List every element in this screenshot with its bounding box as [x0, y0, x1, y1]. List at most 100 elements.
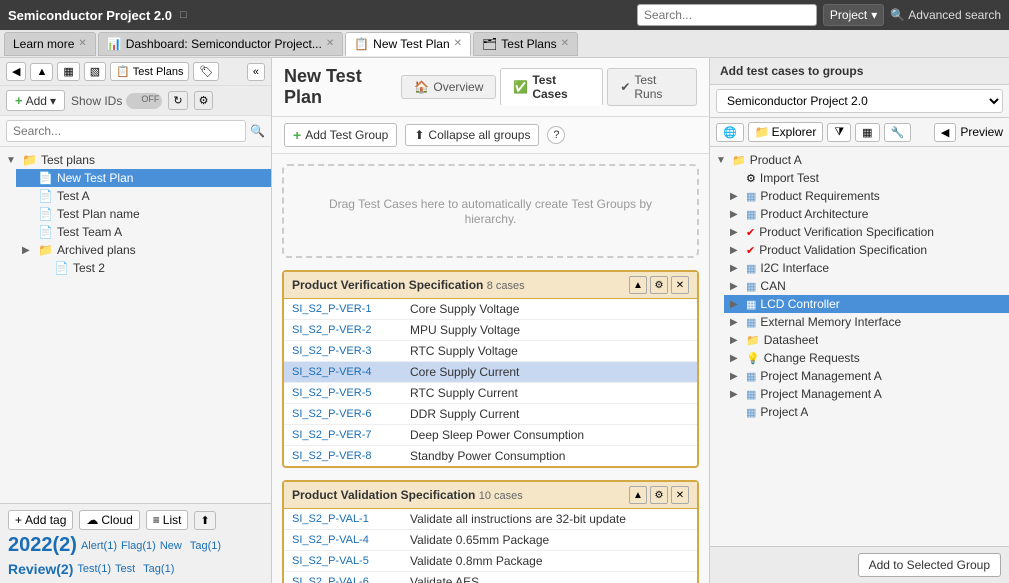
settings-group-button[interactable]: ⚙	[650, 276, 668, 294]
filter-button[interactable]: ⧩	[827, 123, 851, 142]
add-tag-button[interactable]: + Add tag	[8, 510, 73, 530]
cloud-view-button[interactable]: ☁ Cloud	[79, 510, 139, 530]
rtree-item-import-test[interactable]: ⚙ Import Test	[724, 169, 1009, 187]
tag-alert[interactable]: Alert(1)	[81, 540, 117, 552]
rtree-item-product-validation[interactable]: ▶ ✔ Product Validation Specification	[724, 241, 1009, 259]
export-button[interactable]: ⬆	[194, 511, 215, 530]
test-plans-button[interactable]: 📋 Test Plans	[110, 62, 189, 81]
table-row[interactable]: SI_S2_P-VAL-5 Validate 0.8mm Package	[284, 551, 697, 572]
settings-button[interactable]: ⚙	[194, 91, 214, 110]
rtree-item-lcd-controller[interactable]: ▶ ▦ LCD Controller	[724, 295, 1009, 313]
table-row[interactable]: SI_S2_P-VAL-4 Validate 0.65mm Package	[284, 530, 697, 551]
tag-new[interactable]: New	[160, 540, 182, 552]
main-layout: ◀ ▲ ▦ ▧ 📋 Test Plans 🏷 « + Add ▾ Show ID…	[0, 58, 1009, 583]
rtree-item-product-verification[interactable]: ▶ ✔ Product Verification Specification	[724, 223, 1009, 241]
table-row[interactable]: SI_S2_P-VER-6 DDR Supply Current	[284, 404, 697, 425]
center-toolbar: + Add Test Group ⬆ Collapse all groups ?	[272, 117, 709, 154]
tab-dashboard[interactable]: 📊 Dashboard: Semiconductor Project... ✕	[98, 32, 343, 56]
test-name: Validate 0.65mm Package	[410, 533, 549, 547]
tab-close-icon[interactable]: ✕	[78, 38, 86, 49]
list-view-button[interactable]: ▧	[84, 62, 106, 81]
tab-test-plans[interactable]: 🗂 Test Plans ✕	[473, 32, 578, 56]
rtree-item-can[interactable]: ▶ ▦ CAN	[724, 277, 1009, 295]
tag-test[interactable]: Test	[115, 563, 135, 575]
table-row[interactable]: SI_S2_P-VER-2 MPU Supply Voltage	[284, 320, 697, 341]
tag-flag[interactable]: Flag(1)	[121, 540, 156, 552]
table-row[interactable]: SI_S2_P-VER-1 Core Supply Voltage	[284, 299, 697, 320]
tab-close-icon[interactable]: ✕	[454, 38, 462, 49]
rtree-item-project-mgmt-a2[interactable]: ▶ ▦ Project Management A	[724, 385, 1009, 403]
rtree-item-datasheet[interactable]: ▶ 📁 Datasheet	[724, 331, 1009, 349]
tag-2022[interactable]: 2022(2)	[8, 534, 77, 557]
tag-tag1b[interactable]: Tag(1)	[143, 563, 174, 575]
add-to-selected-group-button[interactable]: Add to Selected Group	[858, 553, 1001, 577]
collapse-group-button[interactable]: ▲	[629, 276, 647, 294]
rtree-label: Project Management A	[760, 369, 881, 383]
table-row[interactable]: SI_S2_P-VAL-1 Validate all instructions …	[284, 509, 697, 530]
show-ids-toggle[interactable]: OFF	[126, 93, 162, 109]
test-group-title: Product Validation Specification	[292, 488, 475, 502]
rtree-item-product-architecture[interactable]: ▶ ▦ Product Architecture	[724, 205, 1009, 223]
tag-review[interactable]: Review(2)	[8, 561, 73, 577]
collapse-right-button[interactable]: ◀	[934, 123, 956, 142]
rtree-item-i2c[interactable]: ▶ ▦ I2C Interface	[724, 259, 1009, 277]
rtree-item-external-memory[interactable]: ▶ ▦ External Memory Interface	[724, 313, 1009, 331]
project-selector[interactable]: Project ▾	[823, 4, 884, 26]
collapse-sidebar-button[interactable]: «	[247, 63, 265, 81]
close-group-button[interactable]: ✕	[671, 486, 689, 504]
rtree-item-project-a[interactable]: ▦ Project A	[724, 403, 1009, 421]
tab-close-icon[interactable]: ✕	[326, 38, 334, 49]
tab-new-test-plan[interactable]: 📋 New Test Plan ✕	[345, 32, 471, 56]
tree-root[interactable]: ▼ 📁 Test plans	[0, 151, 271, 169]
up-button[interactable]: ▲	[30, 63, 53, 81]
collapse-group-button[interactable]: ▲	[629, 486, 647, 504]
tab-learn-more[interactable]: Learn more ✕	[4, 32, 96, 56]
globe-button[interactable]: 🌐	[716, 123, 744, 142]
rtree-item-change-requests[interactable]: ▶ 💡 Change Requests	[724, 349, 1009, 367]
table-row[interactable]: SI_S2_P-VER-5 RTC Supply Current	[284, 383, 697, 404]
rtree-item-product-requirements[interactable]: ▶ ▦ Product Requirements	[724, 187, 1009, 205]
list-view-button[interactable]: ≡ List	[146, 510, 189, 530]
tag-tag1[interactable]: Tag(1)	[190, 540, 221, 552]
table-row[interactable]: SI_S2_P-VER-3 RTC Supply Voltage	[284, 341, 697, 362]
table-row[interactable]: SI_S2_P-VER-8 Standby Power Consumption	[284, 446, 697, 466]
close-group-button[interactable]: ✕	[671, 276, 689, 294]
advanced-search[interactable]: 🔍 Advanced search	[890, 8, 1001, 22]
grid-button[interactable]: ▦	[855, 123, 879, 142]
tree-item-new-test-plan[interactable]: 📄 New Test Plan	[16, 169, 271, 187]
project-select[interactable]: Semiconductor Project 2.0	[716, 89, 1003, 113]
collapse-all-button[interactable]: ⬆ Collapse all groups	[405, 124, 539, 146]
refresh-button[interactable]: ↻	[168, 91, 187, 110]
rtree-item-product-a[interactable]: ▼ 📁 Product A	[710, 151, 1009, 169]
back-button[interactable]: ◀	[6, 62, 26, 81]
tree-item-test-2[interactable]: 📄 Test 2	[32, 259, 271, 277]
tag-test1[interactable]: Test(1)	[77, 563, 111, 575]
grid-icon: ▦	[746, 406, 756, 419]
tab-overview[interactable]: 🏠 Overview	[401, 75, 496, 99]
rtree-item-project-mgmt-a1[interactable]: ▶ ▦ Project Management A	[724, 367, 1009, 385]
settings-group-button[interactable]: ⚙	[650, 486, 668, 504]
help-button[interactable]: ?	[547, 126, 565, 144]
table-row[interactable]: SI_S2_P-VER-4 Core Supply Current	[284, 362, 697, 383]
grid-icon: ▦	[746, 280, 756, 293]
grid-view-button[interactable]: ▦	[57, 62, 79, 81]
tab-test-cases[interactable]: ✅ Test Cases	[500, 68, 603, 106]
wrench-button[interactable]: 🔧	[884, 123, 912, 142]
explorer-button[interactable]: 📁 Explorer	[748, 122, 824, 142]
sidebar-search-input[interactable]	[6, 120, 246, 142]
add-button[interactable]: + Add ▾	[6, 90, 65, 111]
tree-item-test-a[interactable]: 📄 Test A	[16, 187, 271, 205]
table-row[interactable]: SI_S2_P-VER-7 Deep Sleep Power Consumpti…	[284, 425, 697, 446]
plan-icon: 📋	[354, 37, 369, 51]
tree-item-test-team-a[interactable]: 📄 Test Team A	[16, 223, 271, 241]
tab-test-runs[interactable]: ✔ Test Runs	[607, 68, 697, 106]
tab-close-icon[interactable]: ✕	[561, 38, 569, 49]
add-test-group-button[interactable]: + Add Test Group	[284, 123, 397, 147]
tree-item-archived-plans[interactable]: ▶ 📁 Archived plans	[16, 241, 271, 259]
tree-item-test-plan-name[interactable]: 📄 Test Plan name	[16, 205, 271, 223]
search-input[interactable]	[637, 4, 817, 26]
tag-button[interactable]: 🏷	[193, 62, 219, 81]
table-row[interactable]: SI_S2_P-VAL-6 Validate AES	[284, 572, 697, 583]
top-bar: Semiconductor Project 2.0 □ Project ▾ 🔍 …	[0, 0, 1009, 30]
toggle-state-label: OFF	[141, 94, 159, 104]
